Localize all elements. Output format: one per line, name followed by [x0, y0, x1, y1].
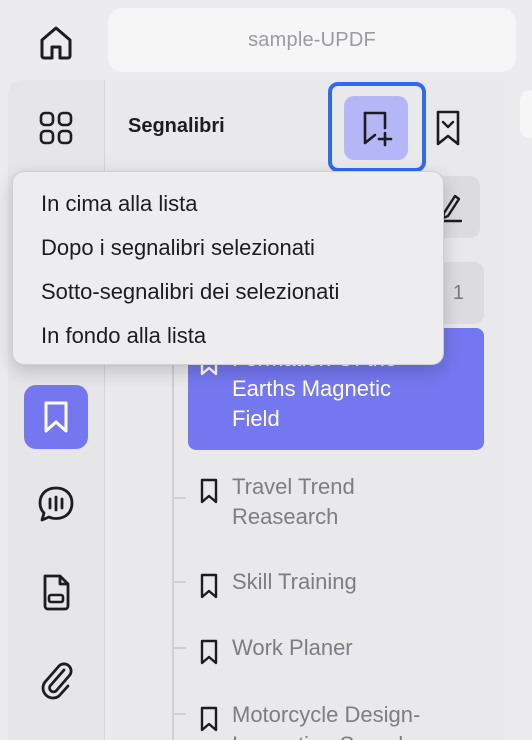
home-icon: [40, 26, 72, 60]
list-item[interactable]: Motorcycle Design- Innovating Speed: [196, 700, 486, 740]
tree-tick: [174, 581, 186, 583]
comments-icon: [38, 486, 74, 522]
bookmark-label: Motorcycle Design-: [232, 702, 421, 727]
bookmark-label: Innovating Speed: [232, 730, 420, 740]
bookmark-icon: [200, 706, 218, 732]
tree-tick: [174, 497, 186, 499]
bookmark-label: Reasearch: [232, 504, 339, 529]
home-button[interactable]: [32, 20, 80, 64]
bookmark-label: Field: [232, 406, 280, 431]
comments-button[interactable]: [24, 472, 88, 536]
paperclip-icon: [41, 662, 73, 700]
bookmark-icon: [44, 401, 68, 433]
thumbnails-button[interactable]: [24, 96, 88, 160]
panel-title: Segnalibri: [128, 115, 225, 137]
tree-guide-line: [172, 330, 174, 740]
attachment-file-icon: [43, 574, 70, 611]
menu-item-sub-bookmarks-of-selected[interactable]: Sotto-segnalibri dei selezionati: [13, 274, 443, 318]
document-title: sample-UPDF: [108, 8, 516, 72]
add-bookmark-position-menu: In cima alla lista Dopo i segnalibri sel…: [12, 171, 444, 365]
attachments-button[interactable]: [24, 560, 88, 624]
bookmark-label: Earths Magnetic: [232, 376, 391, 401]
bookmark-icon: [200, 478, 218, 504]
thumbnails-icon: [39, 111, 73, 145]
menu-item-after-selected[interactable]: Dopo i segnalibri selezionati: [13, 230, 443, 274]
paperclip-button[interactable]: [24, 648, 88, 712]
bookmark-label: Travel Trend: [232, 474, 355, 499]
expand-collapse-button[interactable]: [430, 104, 466, 152]
list-item[interactable]: Work Planer: [196, 633, 486, 667]
menu-item-bottom-of-list[interactable]: In fondo alla lista: [13, 318, 443, 362]
bookmark-expand-icon: [436, 110, 460, 146]
right-panel-edge: [520, 90, 532, 138]
list-item[interactable]: Travel Trend Reasearch: [196, 472, 486, 532]
bookmark-icon: [200, 573, 218, 599]
bookmark-label: Work Planer: [232, 635, 353, 660]
menu-item-top-of-list[interactable]: In cima alla lista: [13, 186, 443, 230]
tree-tick: [174, 713, 186, 715]
bookmark-add-icon: [363, 111, 393, 147]
list-item[interactable]: Skill Training: [196, 567, 486, 601]
bookmarks-button[interactable]: [24, 385, 88, 449]
tree-tick: [174, 647, 186, 649]
add-bookmark-button[interactable]: [344, 96, 408, 160]
bookmark-icon: [200, 639, 218, 665]
bookmark-label: Skill Training: [232, 569, 357, 594]
